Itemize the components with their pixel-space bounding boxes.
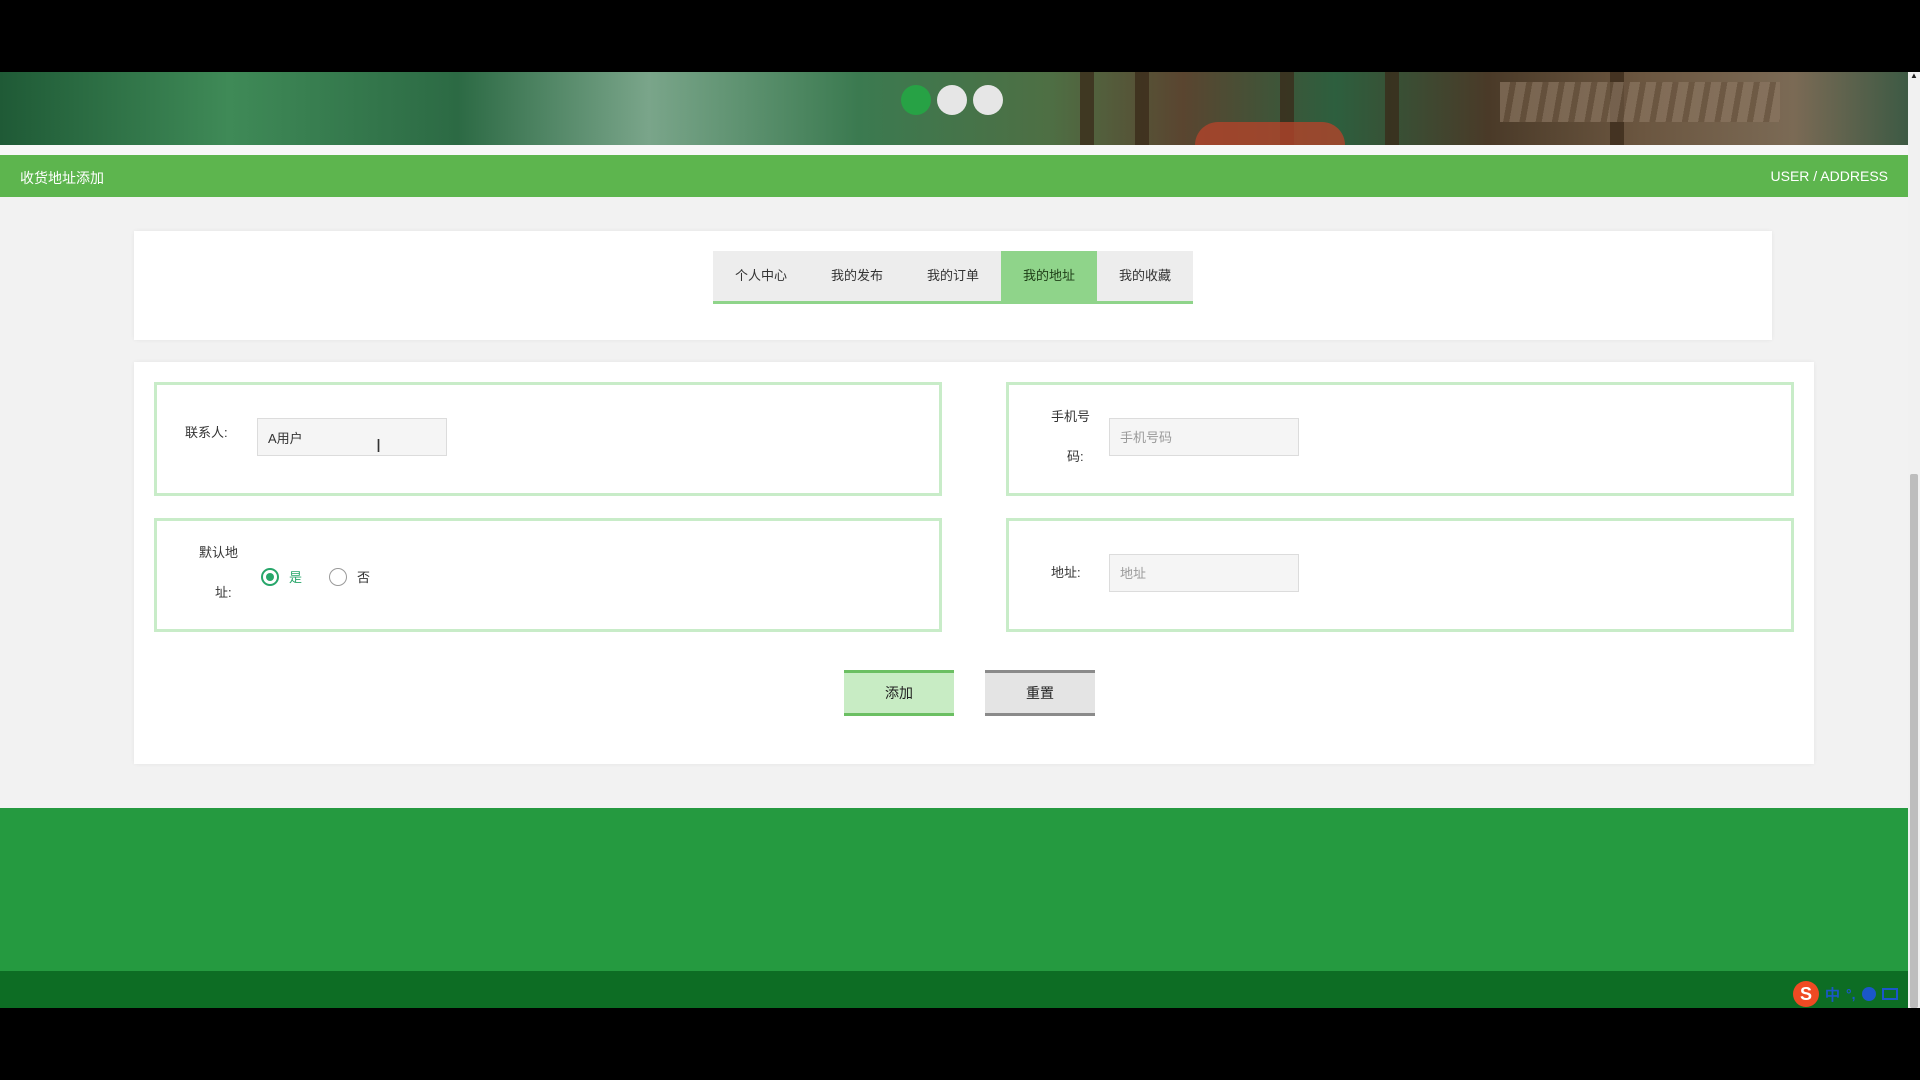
phone-label-line2: 码:: [1067, 449, 1084, 464]
default-address-label-line2: 址:: [215, 585, 232, 600]
default-address-field-box: 默认地 址: 是 否: [154, 518, 942, 632]
address-form: 联系人: 手机号 码: 默认地 址: 是 否 地址: 添: [134, 362, 1814, 764]
radio-no-label: 否: [357, 570, 371, 585]
add-button[interactable]: 添加: [844, 670, 954, 716]
browser-viewport: 收货地址添加 USER / ADDRESS 个人中心 我的发布 我的订单 我的地…: [0, 72, 1908, 1008]
carousel-dot-2[interactable]: [937, 85, 967, 115]
contact-label: 联系人:: [185, 425, 228, 440]
banner-carousel: [0, 72, 1908, 145]
banner-boat: [1195, 122, 1345, 145]
phone-input[interactable]: [1109, 418, 1299, 456]
ime-toolbar[interactable]: S 中 °,: [1793, 981, 1898, 1007]
radio-yes[interactable]: 是: [261, 567, 302, 586]
user-nav-panel: 个人中心 我的发布 我的订单 我的地址 我的收藏: [134, 231, 1772, 340]
user-tabs: 个人中心 我的发布 我的订单 我的地址 我的收藏: [713, 251, 1193, 304]
address-input[interactable]: [1109, 554, 1299, 592]
radio-no[interactable]: 否: [329, 567, 370, 586]
text-cursor-icon: I: [376, 436, 382, 456]
footer: [0, 808, 1908, 973]
contact-field-box: 联系人:: [154, 382, 942, 496]
reset-button[interactable]: 重置: [985, 670, 1095, 716]
banner-divider: [0, 145, 1908, 155]
carousel-dots: [901, 85, 1003, 115]
ime-chinese-mode[interactable]: 中: [1825, 984, 1840, 1005]
carousel-dot-1[interactable]: [901, 85, 931, 115]
radio-yes-circle[interactable]: [261, 567, 279, 586]
banner-deck: [1500, 82, 1780, 122]
sogou-logo-icon[interactable]: S: [1793, 981, 1819, 1007]
title-bar: 收货地址添加 USER / ADDRESS: [0, 155, 1908, 197]
radio-yes-label: 是: [289, 570, 303, 585]
ime-emoji-icon[interactable]: [1861, 987, 1876, 1001]
ime-punctuation-icon[interactable]: °,: [1846, 986, 1856, 1002]
footer-bottom-bar: [0, 971, 1908, 1008]
tab-my-address[interactable]: 我的地址: [1001, 251, 1097, 301]
page-title: 收货地址添加: [20, 170, 104, 186]
address-label: 地址:: [1051, 565, 1081, 580]
tab-my-favorites[interactable]: 我的收藏: [1097, 251, 1193, 301]
banner-post: [1135, 72, 1149, 145]
banner-post: [1385, 72, 1399, 145]
scroll-up-arrow-icon[interactable]: ▲: [1910, 72, 1918, 80]
banner-post: [1080, 72, 1094, 145]
phone-label-line1: 手机号: [1051, 409, 1091, 424]
phone-field-box: 手机号 码:: [1006, 382, 1794, 496]
tab-personal-center[interactable]: 个人中心: [713, 251, 809, 301]
address-field-box: 地址:: [1006, 518, 1794, 632]
tab-my-posts[interactable]: 我的发布: [809, 251, 905, 301]
contact-input[interactable]: [257, 418, 447, 456]
radio-no-circle[interactable]: [329, 567, 347, 586]
ime-keyboard-icon[interactable]: [1881, 988, 1898, 1000]
default-address-label-line1: 默认地: [199, 545, 239, 560]
tab-my-orders[interactable]: 我的订单: [905, 251, 1001, 301]
carousel-dot-3[interactable]: [973, 85, 1003, 115]
scrollbar-thumb[interactable]: [1910, 474, 1918, 1008]
breadcrumb: USER / ADDRESS: [1770, 168, 1888, 184]
